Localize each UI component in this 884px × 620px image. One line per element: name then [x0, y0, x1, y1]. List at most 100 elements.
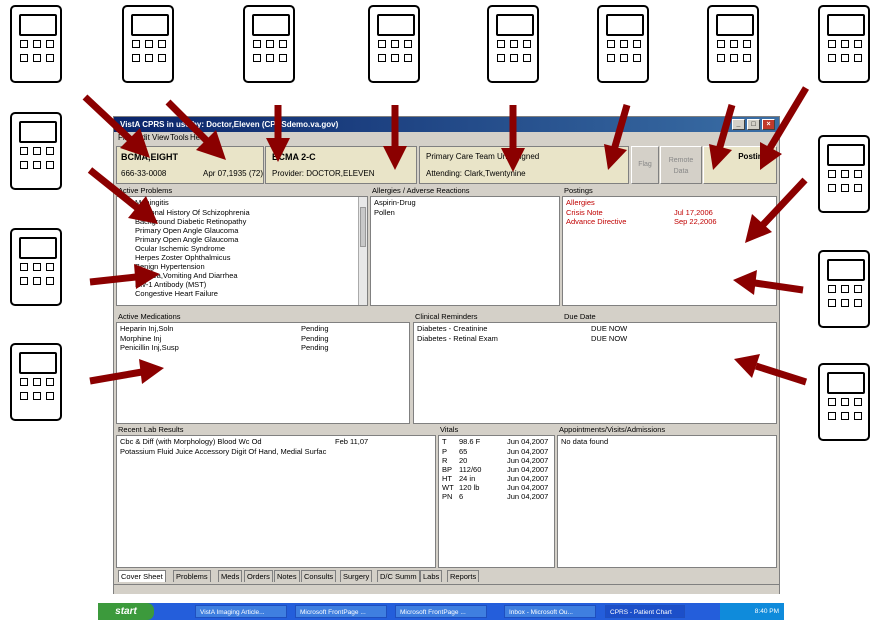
menu-file[interactable]: File [118, 133, 131, 142]
problems-scrollbar[interactable] [358, 197, 367, 305]
taskbar-item[interactable]: Microsoft FrontPage ... [395, 605, 487, 618]
vital-code: WT [442, 483, 454, 492]
list-item[interactable]: Cbc & Diff (with Morphology) Blood Wc Od [120, 437, 262, 446]
menu-edit[interactable]: Edit [136, 133, 150, 142]
list-item[interactable]: Congestive Heart Failure [135, 289, 218, 298]
taskbar-item[interactable]: CPRS - Patient Chart [605, 605, 685, 618]
list-item[interactable]: Allergies [566, 198, 595, 207]
team-header[interactable]: Primary Care Team Unassigned Attending: … [419, 146, 629, 184]
menu-help[interactable]: Help [190, 133, 206, 142]
vitals-title: Vitals [440, 425, 459, 434]
vital-code: P [442, 447, 448, 456]
list-item[interactable]: Advance Directive [566, 217, 626, 226]
allergies-list[interactable]: Aspirin-Drug Pollen [370, 196, 560, 306]
calculator-icon [243, 5, 295, 83]
tab-problems[interactable]: Problems [173, 570, 211, 582]
tab-labs[interactable]: Labs [420, 570, 443, 582]
vital-value: 112/60 [459, 465, 482, 474]
vital-code: PN [442, 492, 453, 501]
postings-list[interactable]: Allergies Crisis Note Jul 17,2006 Advanc… [562, 196, 777, 306]
appointments-list[interactable]: No data found [557, 435, 777, 568]
problems-list[interactable]: Meningitis Personal History Of Schizophr… [116, 196, 368, 306]
allergies-title: Allergies / Adverse Reactions [372, 186, 470, 195]
maximize-button[interactable]: □ [747, 119, 760, 130]
vitals-list[interactable]: T 98.6 F Jun 04,2007 P 65 Jun 04,2007 R … [438, 435, 555, 568]
list-item[interactable]: Primary Open Angle Glaucoma [135, 226, 238, 235]
reminders-title: Clinical Reminders [415, 312, 478, 321]
calculator-icon [122, 5, 174, 83]
reminders-list[interactable]: Diabetes - Creatinine DUE NOW Diabetes -… [413, 322, 777, 424]
vital-date: Jun 04,2007 [507, 456, 549, 465]
menu-tools[interactable]: Tools [170, 133, 189, 142]
tab-reports[interactable]: Reports [447, 570, 480, 582]
menu-bar: File Edit View Tools Help [114, 132, 779, 144]
tab-notes[interactable]: Notes [274, 570, 300, 582]
postings-label: Postings [738, 152, 772, 161]
list-item[interactable]: Diabetes - Creatinine [417, 324, 487, 333]
list-item[interactable]: Nausea,Vomiting And Diarrhea [135, 271, 238, 280]
primary-care-team: Primary Care Team Unassigned [426, 152, 540, 161]
taskbar-item[interactable]: Inbox - Microsoft Ou... [504, 605, 596, 618]
vital-value: 120 lb [459, 483, 480, 492]
list-item[interactable]: Penicillin Inj,Susp [120, 343, 179, 352]
list-item[interactable]: Heparin Inj,Soln [120, 324, 173, 333]
med-status: Pending [301, 343, 329, 352]
location-header[interactable]: BCMA 2-C Provider: DOCTOR,ELEVEN [265, 146, 417, 184]
list-item[interactable]: Herpes Zoster Ophthalmicus [135, 253, 230, 262]
calculator-icon [707, 5, 759, 83]
list-item[interactable]: Primary Open Angle Glaucoma [135, 235, 238, 244]
vital-value: 20 [459, 456, 468, 465]
tab-consults[interactable]: Consults [301, 570, 337, 582]
patient-dob: Apr 07,1935 (72) [203, 169, 264, 178]
calculator-icon [10, 5, 62, 83]
list-item[interactable]: Crisis Note [566, 208, 603, 217]
close-button[interactable]: × [762, 119, 775, 130]
calculator-icon [818, 363, 870, 441]
postings-title: Postings [564, 186, 593, 195]
list-item[interactable]: Personal History Of Schizophrenia [135, 208, 250, 217]
vital-date: Jun 04,2007 [507, 474, 549, 483]
list-item[interactable]: Meningitis [135, 198, 169, 207]
tab-orders[interactable]: Orders [244, 570, 273, 582]
vital-code: HT [442, 474, 452, 483]
menu-view[interactable]: View [152, 133, 169, 142]
status-bar [114, 584, 779, 594]
system-tray: 8:40 PM [720, 603, 784, 620]
labs-list[interactable]: Cbc & Diff (with Morphology) Blood Wc Od… [116, 435, 436, 568]
calculator-icon [487, 5, 539, 83]
list-item[interactable]: Hiv-1 Antibody (MST) [135, 280, 206, 289]
start-button[interactable]: start [98, 603, 154, 620]
list-item[interactable]: Morphine Inj [120, 334, 161, 343]
taskbar-item[interactable]: Microsoft FrontPage ... [295, 605, 387, 618]
posting-date: Jul 17,2006 [674, 208, 713, 217]
list-item[interactable]: Diabetes - Retinal Exam [417, 334, 498, 343]
vital-value: 98.6 F [459, 437, 481, 446]
tab-meds[interactable]: Meds [218, 570, 243, 582]
list-item[interactable]: Pollen [374, 208, 395, 217]
tab-surgery[interactable]: Surgery [340, 570, 373, 582]
medications-title: Active Medications [118, 312, 181, 321]
flag-button[interactable]: Flag [631, 146, 659, 184]
vital-value: 65 [459, 447, 468, 456]
scroll-thumb[interactable] [360, 207, 366, 247]
list-item[interactable]: Ocular Ischemic Syndrome [135, 244, 225, 253]
vital-date: Jun 04,2007 [507, 483, 549, 492]
list-item[interactable]: Background Diabetic Retinopathy [135, 217, 246, 226]
clock: 8:40 PM [754, 608, 779, 615]
vital-code: BP [442, 465, 453, 474]
medications-list[interactable]: Heparin Inj,Soln Pending Morphine Inj Pe… [116, 322, 410, 424]
taskbar: start VistA Imaging Article... Microsoft… [98, 603, 784, 620]
patient-header[interactable]: BCMA,EIGHT 666-33-0008 Apr 07,1935 (72) [116, 146, 264, 184]
taskbar-item[interactable]: VistA Imaging Article... [195, 605, 287, 618]
list-item[interactable]: Potassium Fluid Juice Accessory Digit Of… [120, 447, 326, 456]
patient-ssn: 666-33-0008 [121, 169, 167, 178]
tab-dc-summ[interactable]: D/C Summ [377, 570, 420, 582]
postings-button[interactable]: Postings [703, 146, 777, 184]
remote-data-button[interactable]: Remote Data [660, 146, 702, 184]
list-item[interactable]: Benign Hypertension [135, 262, 205, 271]
minimize-button[interactable]: _ [732, 119, 745, 130]
title-bar[interactable]: VistA CPRS in use by: Doctor,Eleven (CPR… [114, 117, 779, 132]
tab-cover-sheet[interactable]: Cover Sheet [118, 570, 166, 582]
reminder-due: DUE NOW [591, 334, 628, 343]
list-item[interactable]: Aspirin-Drug [374, 198, 416, 207]
